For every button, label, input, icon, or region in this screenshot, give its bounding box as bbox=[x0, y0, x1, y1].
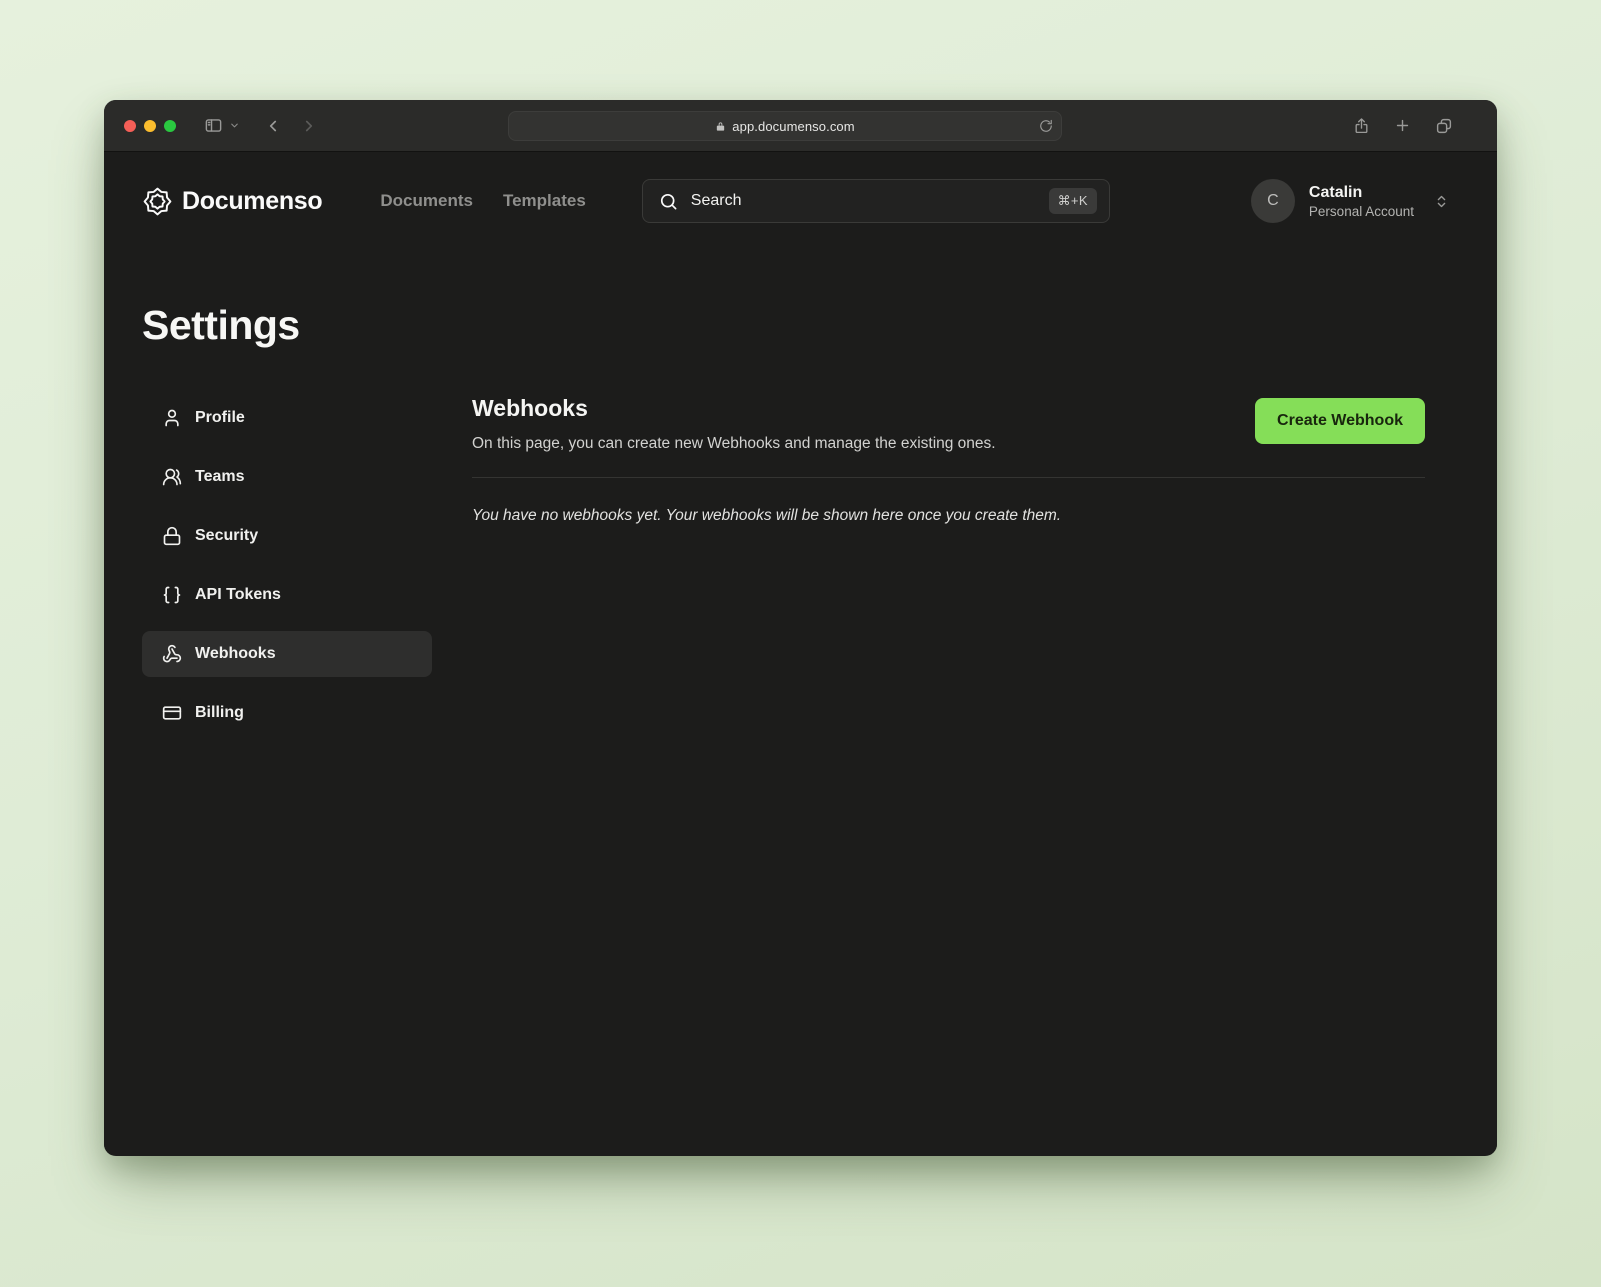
sidebar-item-webhooks[interactable]: Webhooks bbox=[142, 631, 432, 677]
sidebar-item-api-tokens[interactable]: API Tokens bbox=[142, 572, 432, 618]
browser-window: app.documenso.com Doc bbox=[104, 100, 1497, 1156]
tabs-overview-icon bbox=[1435, 117, 1453, 135]
brand-name: Documenso bbox=[182, 187, 322, 216]
account-name: Catalin bbox=[1309, 184, 1414, 202]
nav-link-templates[interactable]: Templates bbox=[503, 191, 586, 211]
brand-logo[interactable]: Documenso bbox=[142, 186, 322, 217]
zoom-window-button[interactable] bbox=[164, 120, 176, 132]
minimize-window-button[interactable] bbox=[144, 120, 156, 132]
url-text: app.documenso.com bbox=[732, 119, 854, 134]
search-shortcut-badge: ⌘+K bbox=[1049, 188, 1097, 214]
lock-icon bbox=[715, 121, 726, 132]
sidebar-item-billing[interactable]: Billing bbox=[142, 690, 432, 736]
settings-sidebar: Profile Teams Security API Tokens bbox=[142, 395, 432, 736]
sidebar-item-label: Security bbox=[195, 527, 258, 545]
sidebar-item-label: Webhooks bbox=[195, 645, 276, 663]
webhooks-heading: Webhooks bbox=[472, 395, 996, 422]
credit-card-icon bbox=[162, 703, 182, 723]
avatar: C bbox=[1251, 179, 1295, 223]
app-header: Documenso Documents Templates Search ⌘+K… bbox=[104, 152, 1497, 250]
webhooks-description: On this page, you can create new Webhook… bbox=[472, 435, 996, 453]
search-bar[interactable]: Search ⌘+K bbox=[642, 179, 1110, 223]
chevron-right-icon bbox=[300, 117, 318, 135]
user-icon bbox=[162, 408, 182, 428]
settings-page: Settings Profile Teams Security bbox=[104, 250, 1497, 736]
webhooks-empty-state: You have no webhooks yet. Your webhooks … bbox=[472, 507, 1425, 525]
toolbar-chevron-button[interactable] bbox=[229, 120, 240, 131]
reload-icon bbox=[1039, 119, 1053, 133]
new-tab-button[interactable] bbox=[1394, 117, 1411, 134]
sidebar-item-profile[interactable]: Profile bbox=[142, 395, 432, 441]
browser-toolbar: app.documenso.com bbox=[104, 100, 1497, 152]
sidebar-item-label: API Tokens bbox=[195, 586, 281, 604]
tabs-overview-button[interactable] bbox=[1435, 117, 1453, 135]
nav-link-documents[interactable]: Documents bbox=[380, 191, 473, 211]
address-bar[interactable]: app.documenso.com bbox=[508, 111, 1062, 141]
top-nav: Documents Templates bbox=[380, 191, 585, 211]
sidebar-item-label: Teams bbox=[195, 468, 245, 486]
chevron-left-icon bbox=[264, 117, 282, 135]
sidebar-toggle-icon bbox=[204, 116, 223, 135]
reload-button[interactable] bbox=[1039, 119, 1053, 133]
forward-button[interactable] bbox=[300, 117, 318, 135]
page-title: Settings bbox=[142, 302, 1425, 349]
documenso-logo-icon bbox=[142, 186, 173, 217]
sidebar-item-security[interactable]: Security bbox=[142, 513, 432, 559]
plus-icon bbox=[1394, 117, 1411, 134]
share-button[interactable] bbox=[1353, 117, 1370, 135]
webhooks-panel: Webhooks On this page, you can create ne… bbox=[472, 395, 1425, 525]
webhook-icon bbox=[162, 644, 182, 664]
search-icon bbox=[659, 192, 678, 211]
users-icon bbox=[162, 467, 182, 487]
sidebar-item-label: Profile bbox=[195, 409, 245, 427]
close-window-button[interactable] bbox=[124, 120, 136, 132]
create-webhook-button[interactable]: Create Webhook bbox=[1255, 398, 1425, 444]
lock-icon bbox=[162, 526, 182, 546]
app-content: Documenso Documents Templates Search ⌘+K… bbox=[104, 152, 1497, 1155]
chevrons-up-down-icon bbox=[1434, 194, 1449, 209]
toolbar-right-actions bbox=[1353, 117, 1477, 135]
sidebar-item-teams[interactable]: Teams bbox=[142, 454, 432, 500]
search-placeholder: Search bbox=[691, 192, 742, 210]
share-icon bbox=[1353, 117, 1370, 135]
braces-icon bbox=[162, 585, 182, 605]
sidebar-toggle-button[interactable] bbox=[204, 116, 223, 135]
back-button[interactable] bbox=[264, 117, 282, 135]
section-divider bbox=[472, 477, 1425, 478]
traffic-lights bbox=[124, 120, 176, 132]
account-menu[interactable]: C Catalin Personal Account bbox=[1251, 179, 1449, 223]
chevron-down-icon bbox=[229, 120, 240, 131]
sidebar-item-label: Billing bbox=[195, 704, 244, 722]
account-subtitle: Personal Account bbox=[1309, 204, 1414, 219]
